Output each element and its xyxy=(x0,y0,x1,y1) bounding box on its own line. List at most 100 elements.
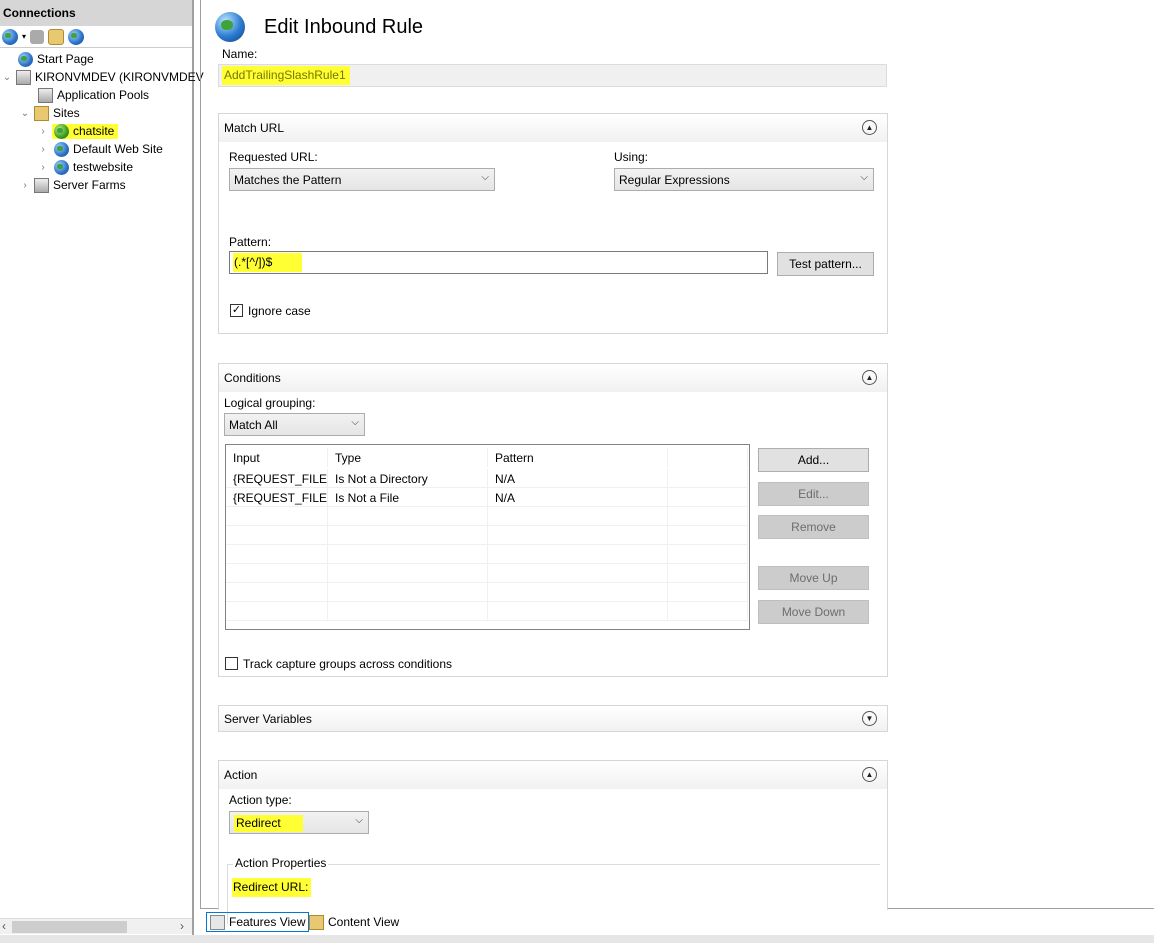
tree-item-sites[interactable]: ⌄ Sites xyxy=(20,104,80,122)
tree-item-testwebsite[interactable]: › testwebsite xyxy=(38,158,133,176)
table-cell xyxy=(668,545,748,564)
folder-up-icon[interactable] xyxy=(48,28,65,45)
table-cell xyxy=(328,564,488,583)
logical-grouping-label: Logical grouping: xyxy=(224,396,316,410)
table-row[interactable] xyxy=(226,545,748,564)
table-cell xyxy=(668,507,748,526)
tree-label: Server Farms xyxy=(53,178,126,192)
ignore-case-checkbox[interactable]: ✓ xyxy=(230,304,243,317)
table-cell xyxy=(668,583,748,602)
section-title: Server Variables xyxy=(224,712,312,726)
table-cell xyxy=(668,602,748,621)
add-button[interactable]: Add... xyxy=(758,448,869,472)
collapse-icon[interactable]: ▲ xyxy=(862,370,877,385)
features-view-tab[interactable]: Features View xyxy=(206,912,310,932)
table-cell xyxy=(328,507,488,526)
disconnect-icon[interactable] xyxy=(68,28,85,45)
move-down-button[interactable]: Move Down xyxy=(758,600,869,624)
using-select[interactable]: Regular Expressions ⌵ xyxy=(614,168,874,191)
content-view-tab[interactable]: Content View xyxy=(306,912,402,932)
logical-grouping-select[interactable]: Match All ⌵ xyxy=(224,413,365,436)
remove-button[interactable]: Remove xyxy=(758,515,869,539)
match-url-header[interactable]: Match URL ▲ xyxy=(219,114,887,142)
table-cell xyxy=(328,526,488,545)
scroll-right-icon[interactable]: › xyxy=(180,919,184,933)
tree-item-chatsite[interactable]: › chatsite xyxy=(38,122,119,140)
pattern-value: (.*[^/])$ xyxy=(233,253,303,272)
chevron-down-icon[interactable]: ⌄ xyxy=(2,72,12,83)
tree-item-server[interactable]: ⌄ KIRONVMDEV (KIRONVMDEV xyxy=(2,68,204,86)
connect-icon[interactable] xyxy=(2,28,18,45)
table-row[interactable] xyxy=(226,583,748,602)
globe-icon xyxy=(54,141,69,157)
table-cell xyxy=(328,545,488,564)
chevron-right-icon[interactable]: › xyxy=(38,162,48,173)
table-row[interactable] xyxy=(226,602,748,621)
table-row[interactable] xyxy=(226,526,748,545)
action-section: Action ▲ Action type: Redirect ⌵ Action Pr… xyxy=(218,760,888,924)
conditions-header[interactable]: Conditions ▲ xyxy=(219,364,887,392)
table-cell xyxy=(488,545,668,564)
connections-title: Connections xyxy=(0,0,192,26)
table-cell xyxy=(488,602,668,621)
dropdown-arrow-icon[interactable]: ▾ xyxy=(22,32,26,41)
using-label: Using: xyxy=(614,150,649,164)
server-variables-header[interactable]: Server Variables ▼ xyxy=(219,706,887,731)
edit-button[interactable]: Edit... xyxy=(758,482,869,506)
table-cell xyxy=(226,564,328,583)
table-row[interactable] xyxy=(226,564,748,583)
tree-item-app-pools[interactable]: Application Pools xyxy=(38,86,149,104)
save-icon[interactable] xyxy=(30,29,45,44)
move-up-button[interactable]: Move Up xyxy=(758,566,869,590)
table-cell: {REQUEST_FILE... xyxy=(226,469,328,488)
globe-icon xyxy=(54,159,69,175)
table-cell xyxy=(488,583,668,602)
select-value: Matches the Pattern xyxy=(234,173,342,187)
tree-label: testwebsite xyxy=(73,160,134,174)
horizontal-scrollbar[interactable]: ‹ › xyxy=(0,918,192,934)
view-tabs: Features View Content View xyxy=(200,909,1154,935)
table-cell xyxy=(488,507,668,526)
collapse-icon[interactable]: ▲ xyxy=(862,767,877,782)
features-view-icon xyxy=(210,914,225,930)
table-cell xyxy=(328,602,488,621)
page-title: Edit Inbound Rule xyxy=(264,16,424,38)
table-row[interactable] xyxy=(226,507,748,526)
tree-item-server-farms[interactable]: › Server Farms xyxy=(20,176,126,194)
select-value: Match All xyxy=(229,418,278,432)
collapse-icon[interactable]: ▲ xyxy=(862,120,877,135)
chevron-right-icon[interactable]: › xyxy=(38,144,48,155)
chevron-down-icon[interactable]: ⌄ xyxy=(20,108,30,119)
table-row[interactable]: {REQUEST_FILE... Is Not a File N/A xyxy=(226,488,748,507)
status-bar xyxy=(0,935,1154,943)
action-header[interactable]: Action ▲ xyxy=(219,761,887,789)
scroll-left-icon[interactable]: ‹ xyxy=(2,919,6,933)
chevron-right-icon[interactable]: › xyxy=(38,126,48,137)
table-cell: N/A xyxy=(488,488,668,507)
table-cell xyxy=(226,507,328,526)
tree-label: chatsite xyxy=(73,124,115,138)
column-header: Type xyxy=(328,448,488,467)
tree-item-start-page[interactable]: Start Page xyxy=(18,50,94,68)
chevron-right-icon[interactable]: › xyxy=(20,180,30,191)
name-field[interactable]: AddTrailingSlashRule1 xyxy=(218,64,887,87)
test-pattern-button[interactable]: Test pattern... xyxy=(777,252,874,276)
requested-url-select[interactable]: Matches the Pattern ⌵ xyxy=(229,168,495,191)
name-value: AddTrailingSlashRule1 xyxy=(222,66,350,85)
table-cell xyxy=(488,564,668,583)
table-cell xyxy=(226,602,328,621)
ignore-case-label: Ignore case xyxy=(248,304,311,318)
expand-icon[interactable]: ▼ xyxy=(862,711,877,726)
tab-label: Content View xyxy=(328,915,400,929)
column-header xyxy=(668,448,748,467)
match-url-section: Match URL ▲ Requested URL: Matches the Pa… xyxy=(218,113,888,334)
action-type-select[interactable]: Redirect ⌵ xyxy=(229,811,369,834)
track-capture-checkbox[interactable] xyxy=(225,657,238,670)
scrollbar-thumb[interactable] xyxy=(12,921,127,933)
section-title: Action xyxy=(224,768,258,782)
table-cell xyxy=(668,488,748,507)
requested-url-label: Requested URL: xyxy=(229,150,318,164)
tree-item-default-web-site[interactable]: › Default Web Site xyxy=(38,140,163,158)
table-row[interactable]: {REQUEST_FILE... Is Not a Directory N/A xyxy=(226,469,748,488)
pattern-input[interactable]: (.*[^/])$ xyxy=(229,251,768,274)
